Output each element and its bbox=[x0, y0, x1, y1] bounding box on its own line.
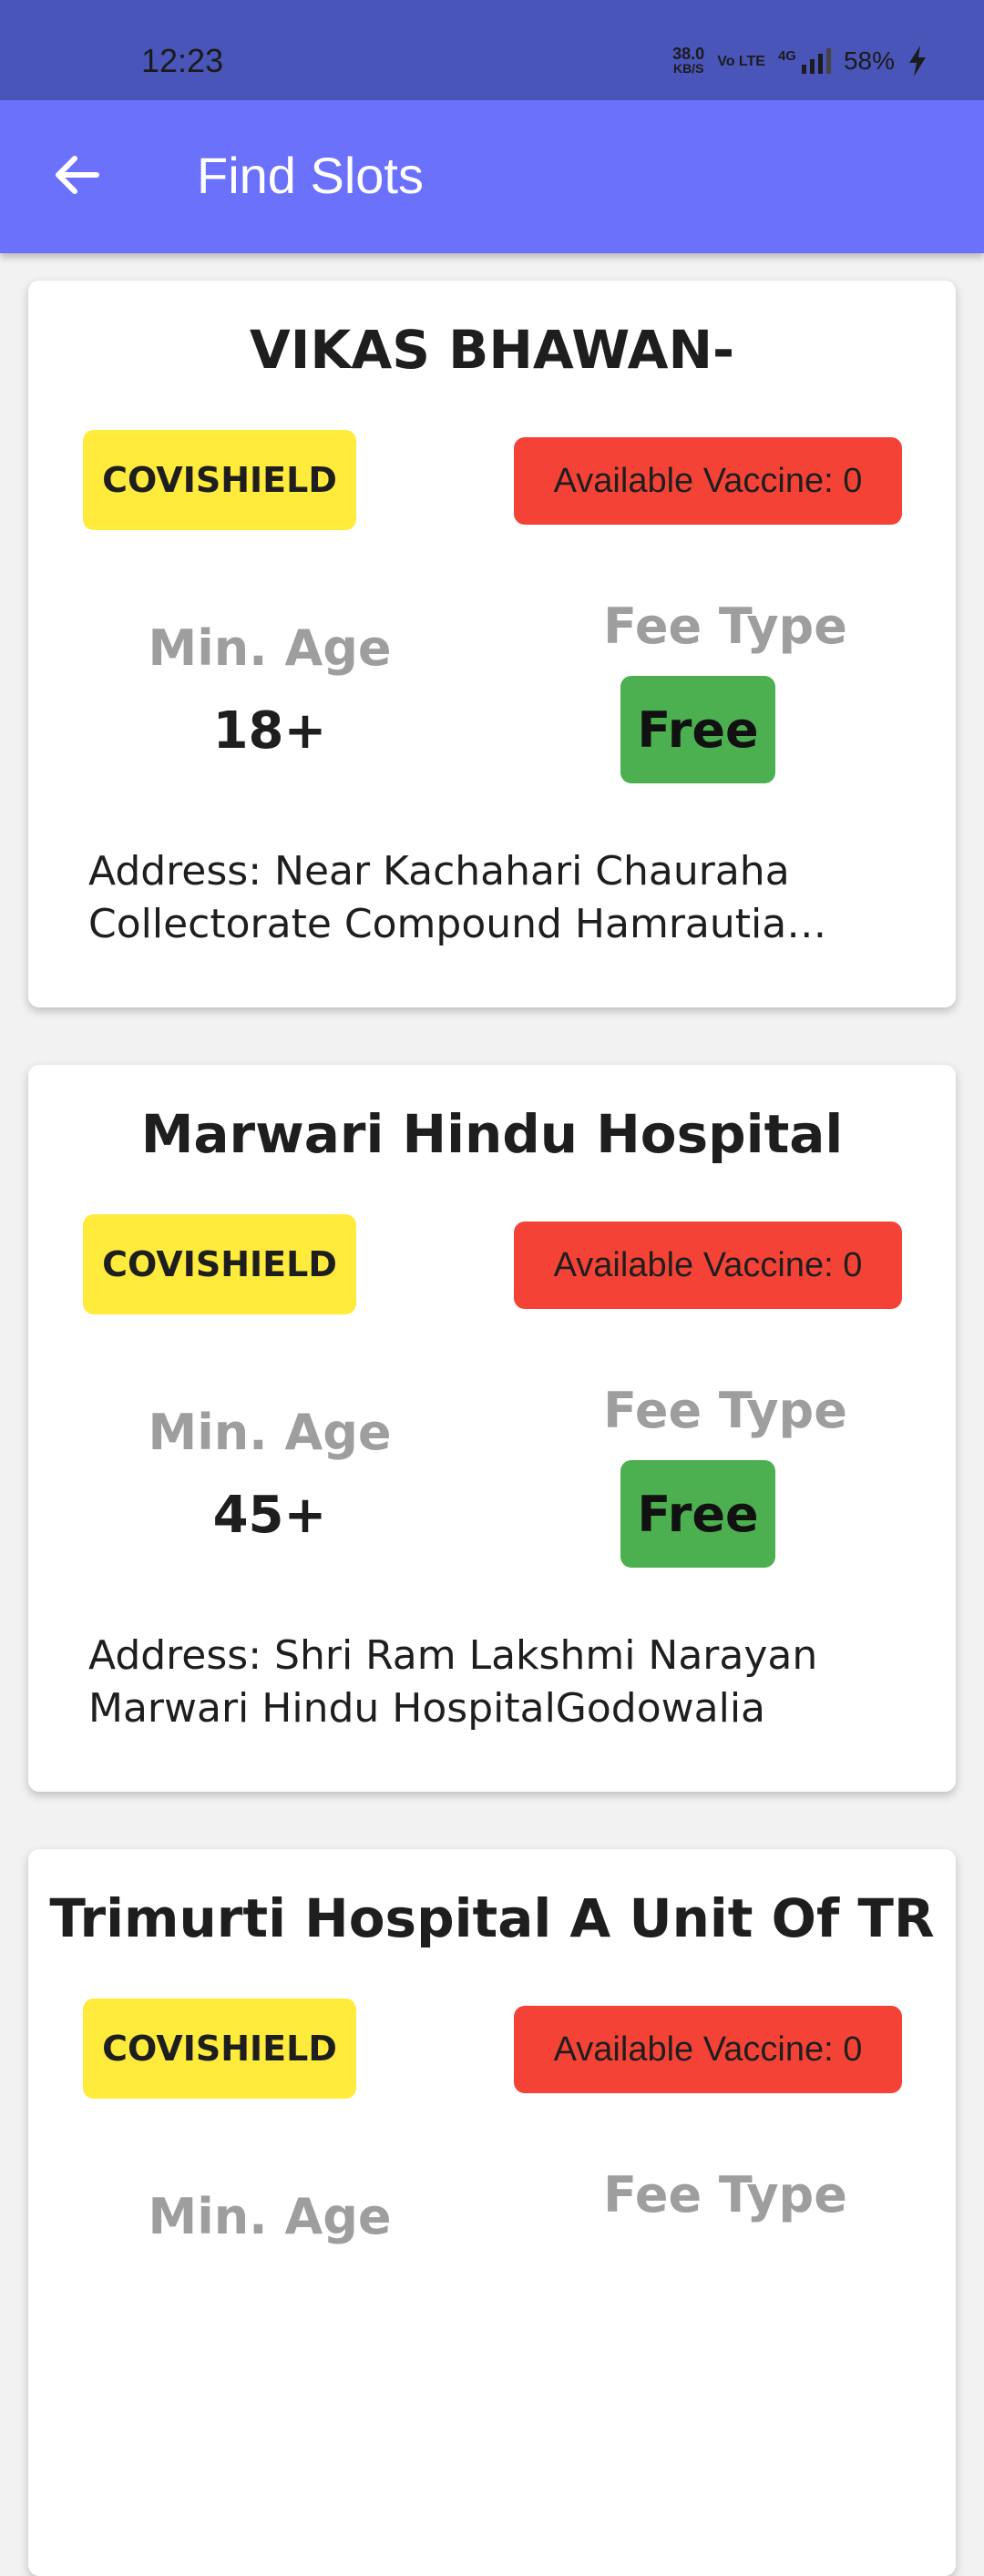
vaccine-badge: COVISHIELD bbox=[83, 1214, 356, 1314]
min-age-label: Min. Age bbox=[148, 619, 392, 677]
page-title: Find Slots bbox=[197, 147, 424, 204]
center-card[interactable]: Marwari Hindu Hospital COVISHIELD Availa… bbox=[28, 1065, 956, 1792]
network-speed-unit: KB/S bbox=[672, 61, 704, 76]
volte-icon: Vo LTE bbox=[717, 53, 765, 69]
center-card[interactable]: VIKAS BHAWAN- COVISHIELD Available Vacci… bbox=[28, 281, 956, 1007]
fee-type-label: Fee Type bbox=[603, 1382, 847, 1439]
min-age-label: Min. Age bbox=[148, 1404, 392, 1461]
availability-badge: Available Vaccine: 0 bbox=[514, 437, 902, 525]
min-age-value: 18+ bbox=[212, 701, 327, 761]
center-name: Trimurti Hospital A Unit Of TR bbox=[49, 1887, 935, 1949]
center-name: Marwari Hindu Hospital bbox=[140, 1103, 844, 1165]
center-name: VIKAS BHAWAN- bbox=[249, 319, 735, 381]
network-speed: 38.0 KB/S bbox=[672, 46, 704, 76]
availability-badge: Available Vaccine: 0 bbox=[514, 1222, 902, 1309]
charging-icon bbox=[909, 46, 926, 77]
status-icons: 38.0 KB/S Vo LTE 4G 58% bbox=[672, 46, 928, 77]
center-card[interactable]: Trimurti Hospital A Unit Of TR COVISHIEL… bbox=[28, 1849, 956, 2576]
fee-type-badge: Free bbox=[620, 676, 775, 783]
fee-type-badge: Free bbox=[620, 1460, 775, 1568]
battery-level: 58% bbox=[843, 46, 895, 75]
center-address: Address: Near Kachahari Chauraha Collect… bbox=[88, 848, 790, 947]
fee-type-label: Fee Type bbox=[603, 2166, 847, 2223]
min-age-label: Min. Age bbox=[148, 2188, 392, 2245]
signal-icon: 4G bbox=[778, 48, 831, 74]
min-age-value: 45+ bbox=[212, 1486, 327, 1545]
network-speed-value: 38.0 bbox=[672, 45, 705, 63]
center-address: Address: Shri Ram Lakshmi Narayan Marwar… bbox=[88, 1632, 818, 1732]
network-type: 4G bbox=[777, 48, 796, 64]
vaccine-badge: COVISHIELD bbox=[83, 430, 356, 530]
vaccine-badge: COVISHIELD bbox=[83, 1998, 356, 2099]
fee-type-label: Fee Type bbox=[603, 598, 847, 655]
availability-badge: Available Vaccine: 0 bbox=[514, 2006, 902, 2093]
status-bar: 12:23 38.0 KB/S Vo LTE 4G 58% bbox=[0, 0, 984, 100]
arrow-left-icon[interactable] bbox=[51, 149, 102, 200]
status-time: 12:23 bbox=[141, 42, 224, 79]
app-bar: Find Slots bbox=[0, 100, 984, 253]
